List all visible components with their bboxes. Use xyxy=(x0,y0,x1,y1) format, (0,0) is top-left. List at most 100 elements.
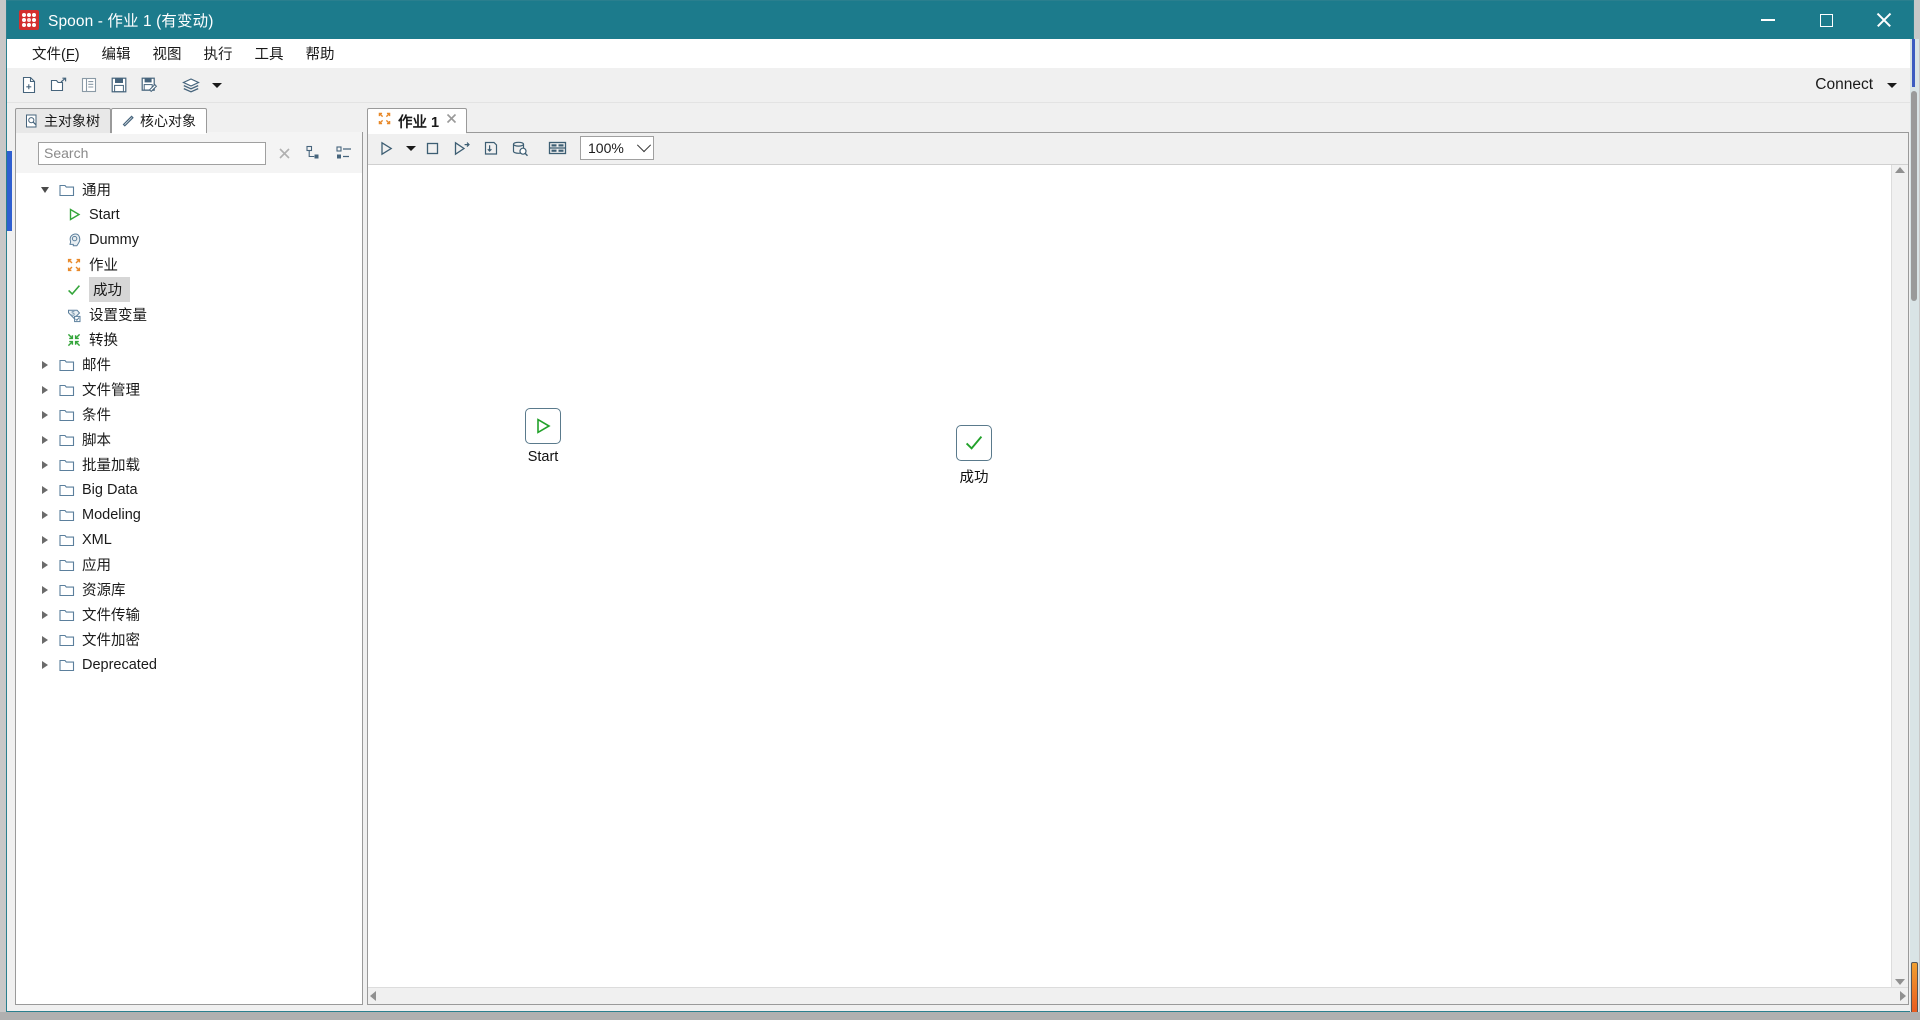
layers-button[interactable] xyxy=(178,72,204,98)
tree-item-general[interactable]: 通用 xyxy=(16,177,362,202)
canvas-node-success[interactable]: 成功 xyxy=(956,425,992,487)
tree-item-start-label: Start xyxy=(89,206,120,223)
expand-toggle[interactable] xyxy=(34,452,56,477)
tree-item-repository[interactable]: 资源库 xyxy=(16,577,362,602)
run-button[interactable] xyxy=(373,135,400,161)
tree-item-set-variable[interactable]: $ 设置变量 xyxy=(16,302,362,327)
tree-item-file-transfer[interactable]: 文件传输 xyxy=(16,602,362,627)
expand-toggle[interactable] xyxy=(34,527,56,552)
menu-run[interactable]: 执行 xyxy=(193,40,244,67)
menu-tools[interactable]: 工具 xyxy=(244,40,295,67)
save-button[interactable] xyxy=(106,72,132,98)
scroll-up-arrow-icon[interactable] xyxy=(1895,167,1905,173)
tree-item-deprecated[interactable]: Deprecated xyxy=(16,652,362,677)
tree-item-transformation[interactable]: 转换 xyxy=(16,327,362,352)
expand-toggle[interactable] xyxy=(34,627,56,652)
tree-item-file-management[interactable]: 文件管理 xyxy=(16,377,362,402)
expand-toggle[interactable] xyxy=(34,477,56,502)
chevron-right-icon xyxy=(42,535,48,544)
tree-item-job[interactable]: 作业 xyxy=(16,252,362,277)
preview-button[interactable] xyxy=(448,135,475,161)
transform-icon xyxy=(63,327,85,352)
run-options-button[interactable] xyxy=(402,135,419,161)
expand-toggle[interactable] xyxy=(34,427,56,452)
tree-item-success[interactable]: 成功 xyxy=(16,277,362,302)
expand-toggle[interactable] xyxy=(34,377,56,402)
expand-toggle[interactable] xyxy=(34,602,56,627)
open-file-button[interactable] xyxy=(46,72,72,98)
expand-toggle[interactable] xyxy=(34,177,56,202)
tree-view-icon xyxy=(26,114,37,128)
tree-item-start[interactable]: Start xyxy=(16,202,362,227)
tree-item-utility[interactable]: 应用 xyxy=(16,552,362,577)
tree-item-mail[interactable]: 邮件 xyxy=(16,352,362,377)
chevron-right-icon xyxy=(42,510,48,519)
tree-item-big-data[interactable]: Big Data xyxy=(16,477,362,502)
expand-toggle[interactable] xyxy=(34,402,56,427)
hierarchy-view-button[interactable] xyxy=(302,141,326,165)
run-caret-icon xyxy=(405,145,416,151)
tree-item-bulk-loading[interactable]: 批量加载 xyxy=(16,452,362,477)
success-check-icon xyxy=(63,277,85,302)
sql-inspect-button[interactable] xyxy=(506,135,533,161)
stop-button[interactable] xyxy=(419,135,446,161)
editor-tab-strip: 作业 1 xyxy=(367,107,1909,134)
editor-tab-job1[interactable]: 作业 1 xyxy=(367,108,468,134)
scroll-down-arrow-icon[interactable] xyxy=(1895,979,1905,985)
zoom-select[interactable]: 100% xyxy=(580,136,654,160)
canvas-vertical-scrollbar[interactable] xyxy=(1891,165,1908,987)
pencil-icon xyxy=(122,115,134,127)
scrollbar-thumb[interactable] xyxy=(1911,91,1917,301)
maximize-button[interactable] xyxy=(1797,1,1855,39)
canvas-node-start-box[interactable] xyxy=(525,408,561,444)
folder-icon xyxy=(56,477,78,502)
grid-button[interactable] xyxy=(544,135,571,161)
debug-icon xyxy=(484,141,498,155)
expand-toggle[interactable] xyxy=(34,652,56,677)
canvas-horizontal-scrollbar[interactable] xyxy=(368,987,1908,1004)
minimize-button[interactable] xyxy=(1739,1,1797,39)
explorer-button[interactable] xyxy=(76,72,102,98)
scroll-left-arrow-icon[interactable] xyxy=(370,991,376,1001)
tab-core-objects[interactable]: 核心对象 xyxy=(111,108,207,134)
expand-toggle[interactable] xyxy=(34,552,56,577)
menu-file[interactable]: 文件(F) xyxy=(21,40,91,67)
tree-item-general-label: 通用 xyxy=(82,183,111,199)
chevron-right-icon xyxy=(42,435,48,444)
layers-dropdown-button[interactable] xyxy=(208,72,226,98)
preview-icon xyxy=(454,141,470,155)
expand-toggle[interactable] xyxy=(34,352,56,377)
debug-button[interactable] xyxy=(477,135,504,161)
new-file-button[interactable] xyxy=(16,72,42,98)
expand-toggle[interactable] xyxy=(34,502,56,527)
close-tab-button[interactable] xyxy=(445,112,458,130)
connect-label[interactable]: Connect xyxy=(1815,76,1873,94)
tree-item-scripting[interactable]: 脚本 xyxy=(16,427,362,452)
scroll-right-arrow-icon[interactable] xyxy=(1900,991,1906,1001)
chevron-down-icon xyxy=(636,138,652,153)
close-button[interactable] xyxy=(1855,1,1913,39)
job-canvas[interactable]: Start 成功 xyxy=(368,165,1891,987)
tree-item-file-encryption[interactable]: 文件加密 xyxy=(16,627,362,652)
tree-item-xml[interactable]: XML xyxy=(16,527,362,552)
list-view-button[interactable] xyxy=(332,141,356,165)
clear-x-icon xyxy=(278,147,290,159)
menu-help[interactable]: 帮助 xyxy=(295,40,346,67)
clear-search-button[interactable] xyxy=(272,141,296,165)
search-input[interactable] xyxy=(38,141,266,165)
scrollbar-marker-blue xyxy=(1912,39,1915,87)
canvas-node-success-box[interactable] xyxy=(956,425,992,461)
desktop-scrollbar[interactable] xyxy=(1910,39,1919,1016)
tab-main-object-tree[interactable]: 主对象树 xyxy=(15,108,111,133)
tree-item-dummy[interactable]: Dummy xyxy=(16,227,362,252)
canvas-node-start[interactable]: Start xyxy=(525,408,561,465)
save-as-button[interactable] xyxy=(136,72,162,98)
tree-item-modeling[interactable]: Modeling xyxy=(16,502,362,527)
expand-toggle[interactable] xyxy=(34,577,56,602)
menu-edit[interactable]: 编辑 xyxy=(91,40,142,67)
tree-item-conditions[interactable]: 条件 xyxy=(16,402,362,427)
chevron-right-icon xyxy=(42,360,48,369)
menu-view[interactable]: 视图 xyxy=(142,40,193,67)
stop-icon xyxy=(426,142,439,154)
connect-chevron-down-icon[interactable] xyxy=(1887,82,1897,88)
